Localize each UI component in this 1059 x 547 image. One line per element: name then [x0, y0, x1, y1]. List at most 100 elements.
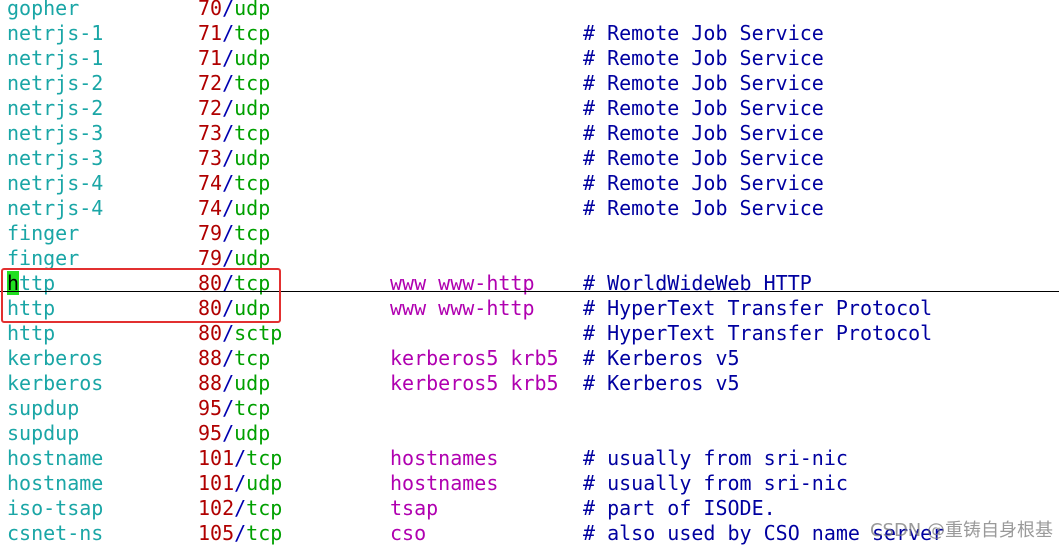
- service-name: netrjs-4: [7, 171, 104, 195]
- port-protocol: 71/udp: [198, 46, 270, 71]
- services-line[interactable]: finger 79/tcp: [0, 221, 1059, 246]
- port-number: 71: [198, 21, 223, 45]
- services-line[interactable]: netrjs-4 74/tcp # Remote Job Service: [0, 171, 1059, 196]
- aliases: cso: [390, 521, 427, 545]
- services-line[interactable]: kerberos 88/udp kerberos5 krb5 # Kerberos v…: [0, 371, 1059, 396]
- port-number: 88: [198, 346, 223, 370]
- comment: # HyperText Transfer Protocol: [583, 296, 933, 320]
- port-number: 73: [198, 146, 223, 170]
- port-protocol: 73/tcp: [198, 121, 270, 146]
- aliases: tsap: [390, 496, 439, 520]
- services-line[interactable]: supdup 95/tcp: [0, 396, 1059, 421]
- service-name: netrjs-1: [7, 21, 104, 45]
- aliases: www www-http: [390, 296, 535, 320]
- comment: # usually from sri-nic: [583, 446, 848, 470]
- service-name: supdup: [7, 421, 80, 445]
- port-number: 95: [198, 396, 223, 420]
- services-line[interactable]: netrjs-4 74/udp # Remote Job Service: [0, 196, 1059, 221]
- comment: # Remote Job Service: [583, 21, 824, 45]
- port-protocol: 71/tcp: [198, 21, 270, 46]
- slash-separator: /: [222, 21, 235, 45]
- comment: # Kerberos v5: [583, 371, 740, 395]
- port-protocol: 70/udp: [198, 0, 270, 21]
- protocol: tcp: [246, 521, 283, 545]
- service-name: gopher: [7, 0, 80, 20]
- port-protocol: 73/udp: [198, 146, 270, 171]
- comment: # usually from sri-nic: [583, 471, 848, 495]
- service-name: netrjs-2: [7, 71, 104, 95]
- service-name: netrjs-4: [7, 196, 104, 220]
- slash-separator: /: [222, 171, 235, 195]
- comment: # HyperText Transfer Protocol: [583, 321, 933, 345]
- slash-separator: /: [234, 446, 247, 470]
- comment: # part of ISODE.: [583, 496, 776, 520]
- port-protocol: 88/udp: [198, 371, 270, 396]
- port-protocol: 88/tcp: [198, 346, 270, 371]
- port-number: 102: [198, 496, 235, 520]
- services-line[interactable]: netrjs-1 71/udp # Remote Job Service: [0, 46, 1059, 71]
- comment: # WorldWideWeb HTTP: [583, 271, 812, 295]
- port-protocol: 72/udp: [198, 96, 270, 121]
- services-line[interactable]: netrjs-3 73/udp # Remote Job Service: [0, 146, 1059, 171]
- port-protocol: 74/udp: [198, 196, 270, 221]
- protocol: sctp: [234, 321, 283, 345]
- aliases: kerberos5 krb5: [390, 346, 559, 370]
- protocol: tcp: [234, 171, 271, 195]
- protocol: tcp: [234, 221, 271, 245]
- slash-separator: /: [222, 371, 235, 395]
- slash-separator: /: [222, 321, 235, 345]
- port-protocol: 105/tcp: [198, 521, 282, 546]
- port-protocol: 74/tcp: [198, 171, 270, 196]
- service-name: kerberos: [7, 371, 104, 395]
- services-line[interactable]: netrjs-3 73/tcp # Remote Job Service: [0, 121, 1059, 146]
- port-number: 95: [198, 421, 223, 445]
- comment: # Remote Job Service: [583, 46, 824, 70]
- services-line[interactable]: kerberos 88/tcp kerberos5 krb5 # Kerberos v…: [0, 346, 1059, 371]
- port-protocol: 101/udp: [198, 471, 282, 496]
- port-protocol: 102/tcp: [198, 496, 282, 521]
- port-number: 79: [198, 221, 223, 245]
- port-protocol: 80/sctp: [198, 321, 282, 346]
- services-line[interactable]: hostname 101/udp hostnames # usually from s…: [0, 471, 1059, 496]
- port-number: 101: [198, 471, 235, 495]
- service-name: kerberos: [7, 346, 104, 370]
- port-number: 101: [198, 446, 235, 470]
- services-line[interactable]: netrjs-2 72/udp # Remote Job Service: [0, 96, 1059, 121]
- service-name: hostname: [7, 471, 104, 495]
- service-name: iso-tsap: [7, 496, 104, 520]
- slash-separator: /: [222, 146, 235, 170]
- port-protocol: 72/tcp: [198, 71, 270, 96]
- watermark: CSDN @重铸自身根基: [869, 520, 1053, 541]
- services-line[interactable]: http 80/sctp # HyperText Transfer Protocol: [0, 321, 1059, 346]
- comment: # Remote Job Service: [583, 96, 824, 120]
- protocol: tcp: [234, 121, 271, 145]
- comment: # Kerberos v5: [583, 346, 740, 370]
- slash-separator: /: [222, 421, 235, 445]
- comment: # Remote Job Service: [583, 121, 824, 145]
- port-number: 74: [198, 171, 223, 195]
- services-line[interactable]: netrjs-1 71/tcp # Remote Job Service: [0, 21, 1059, 46]
- slash-separator: /: [222, 221, 235, 245]
- slash-separator: /: [222, 71, 235, 95]
- protocol: udp: [234, 146, 271, 170]
- service-name: supdup: [7, 396, 80, 420]
- service-name: netrjs-1: [7, 46, 104, 70]
- comment: # Remote Job Service: [583, 196, 824, 220]
- slash-separator: /: [234, 471, 247, 495]
- port-number: 79: [198, 246, 223, 270]
- protocol: udp: [234, 96, 271, 120]
- comment: # Remote Job Service: [583, 171, 824, 195]
- service-name: finger: [7, 221, 80, 245]
- slash-separator: /: [222, 246, 235, 270]
- slash-separator: /: [222, 346, 235, 370]
- service-name: netrjs-3: [7, 146, 104, 170]
- protocol: tcp: [234, 21, 271, 45]
- protocol: udp: [246, 471, 283, 495]
- protocol: udp: [234, 46, 271, 70]
- services-line[interactable]: gopher 70/udp: [0, 0, 1059, 21]
- services-line[interactable]: netrjs-2 72/tcp # Remote Job Service: [0, 71, 1059, 96]
- services-line[interactable]: hostname 101/tcp hostnames # usually from s…: [0, 446, 1059, 471]
- protocol: udp: [234, 196, 271, 220]
- services-line[interactable]: supdup 95/udp: [0, 421, 1059, 446]
- service-name: http: [7, 321, 56, 345]
